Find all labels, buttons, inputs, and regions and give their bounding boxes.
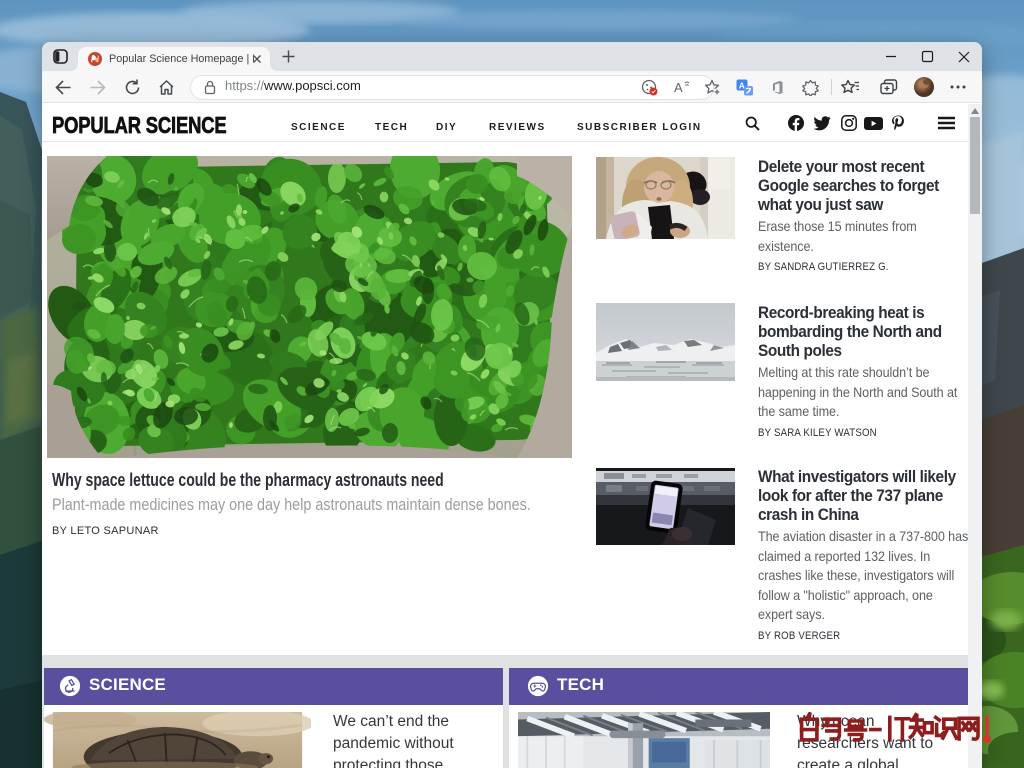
svg-text:A: A xyxy=(674,80,683,95)
